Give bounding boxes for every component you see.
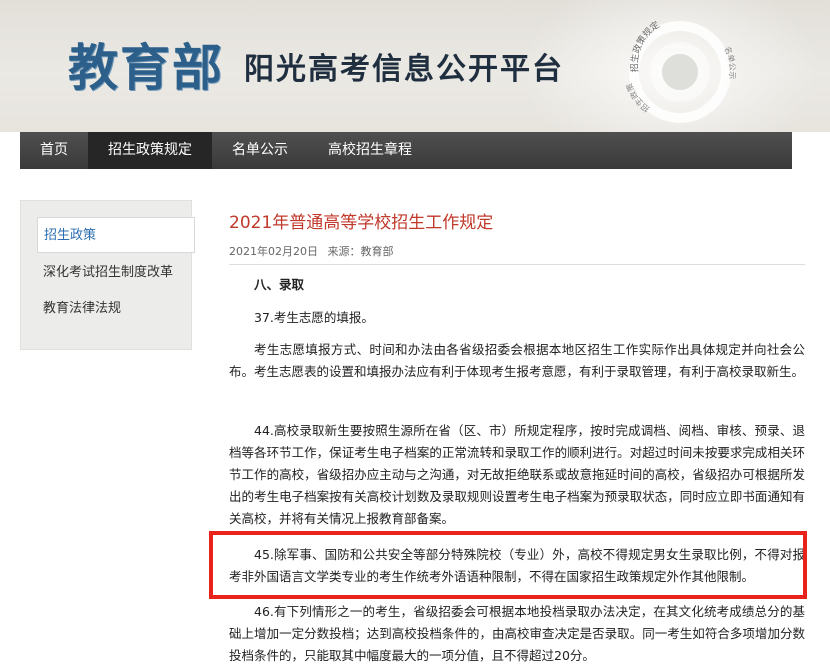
sidebar: 招生政策 深化考试招生制度改革 教育法律法规 (20, 200, 195, 350)
nav-item-home[interactable]: 首页 (20, 132, 88, 169)
nav-item-name-list[interactable]: 名单公示 (212, 132, 308, 169)
title-divider (229, 264, 805, 265)
article-title: 2021年普通高等学校招生工作规定 (229, 213, 494, 233)
section-heading: 八、录取 (254, 277, 305, 292)
article-meta: 2021年02月20日 来源：教育部 (229, 243, 400, 259)
article-paragraph: 44.高校录取新生要按照生源所在省（区、市）所规定程序，按时完成调档、阅档、审核… (229, 423, 805, 526)
article-source: 来源：教育部 (327, 245, 394, 258)
nav-item-enrollment-policy[interactable]: 招生政策规定 (88, 132, 212, 169)
seal-emblem-icon: 招生政策规定 招生政策 名单公示 (624, 19, 737, 123)
platform-title: 阳光高考信息公开平台 (244, 52, 564, 87)
article-paragraph: 考生志愿填报方式、时间和办法由各省级招委会根据本地区招生工作实际作出具体规定并向… (229, 342, 805, 379)
sidebar-item-enrollment-policy[interactable]: 招生政策 (37, 217, 195, 253)
article-paragraph: 46.有下列情形之一的考生，省级招委会可根据本地投档录取办法决定，在其文化统考成… (229, 604, 805, 663)
nav-item-admission-charter[interactable]: 高校招生章程 (308, 132, 432, 169)
sidebar-item-education-law[interactable]: 教育法律法规 (21, 291, 193, 327)
highlight-box (209, 531, 807, 599)
article-date: 2021年02月20日 (229, 245, 318, 258)
ministry-logo[interactable]: 教育部 (68, 28, 224, 100)
article-paragraph: 37.考生志愿的填报。 (254, 310, 374, 325)
site-header: 教育部 阳光高考信息公开平台 招生政策规定 招生政策 名单公示 (0, 0, 830, 132)
main-nav: 首页 招生政策规定 名单公示 高校招生章程 (20, 132, 792, 169)
sidebar-item-exam-reform[interactable]: 深化考试招生制度改革 (21, 255, 193, 291)
